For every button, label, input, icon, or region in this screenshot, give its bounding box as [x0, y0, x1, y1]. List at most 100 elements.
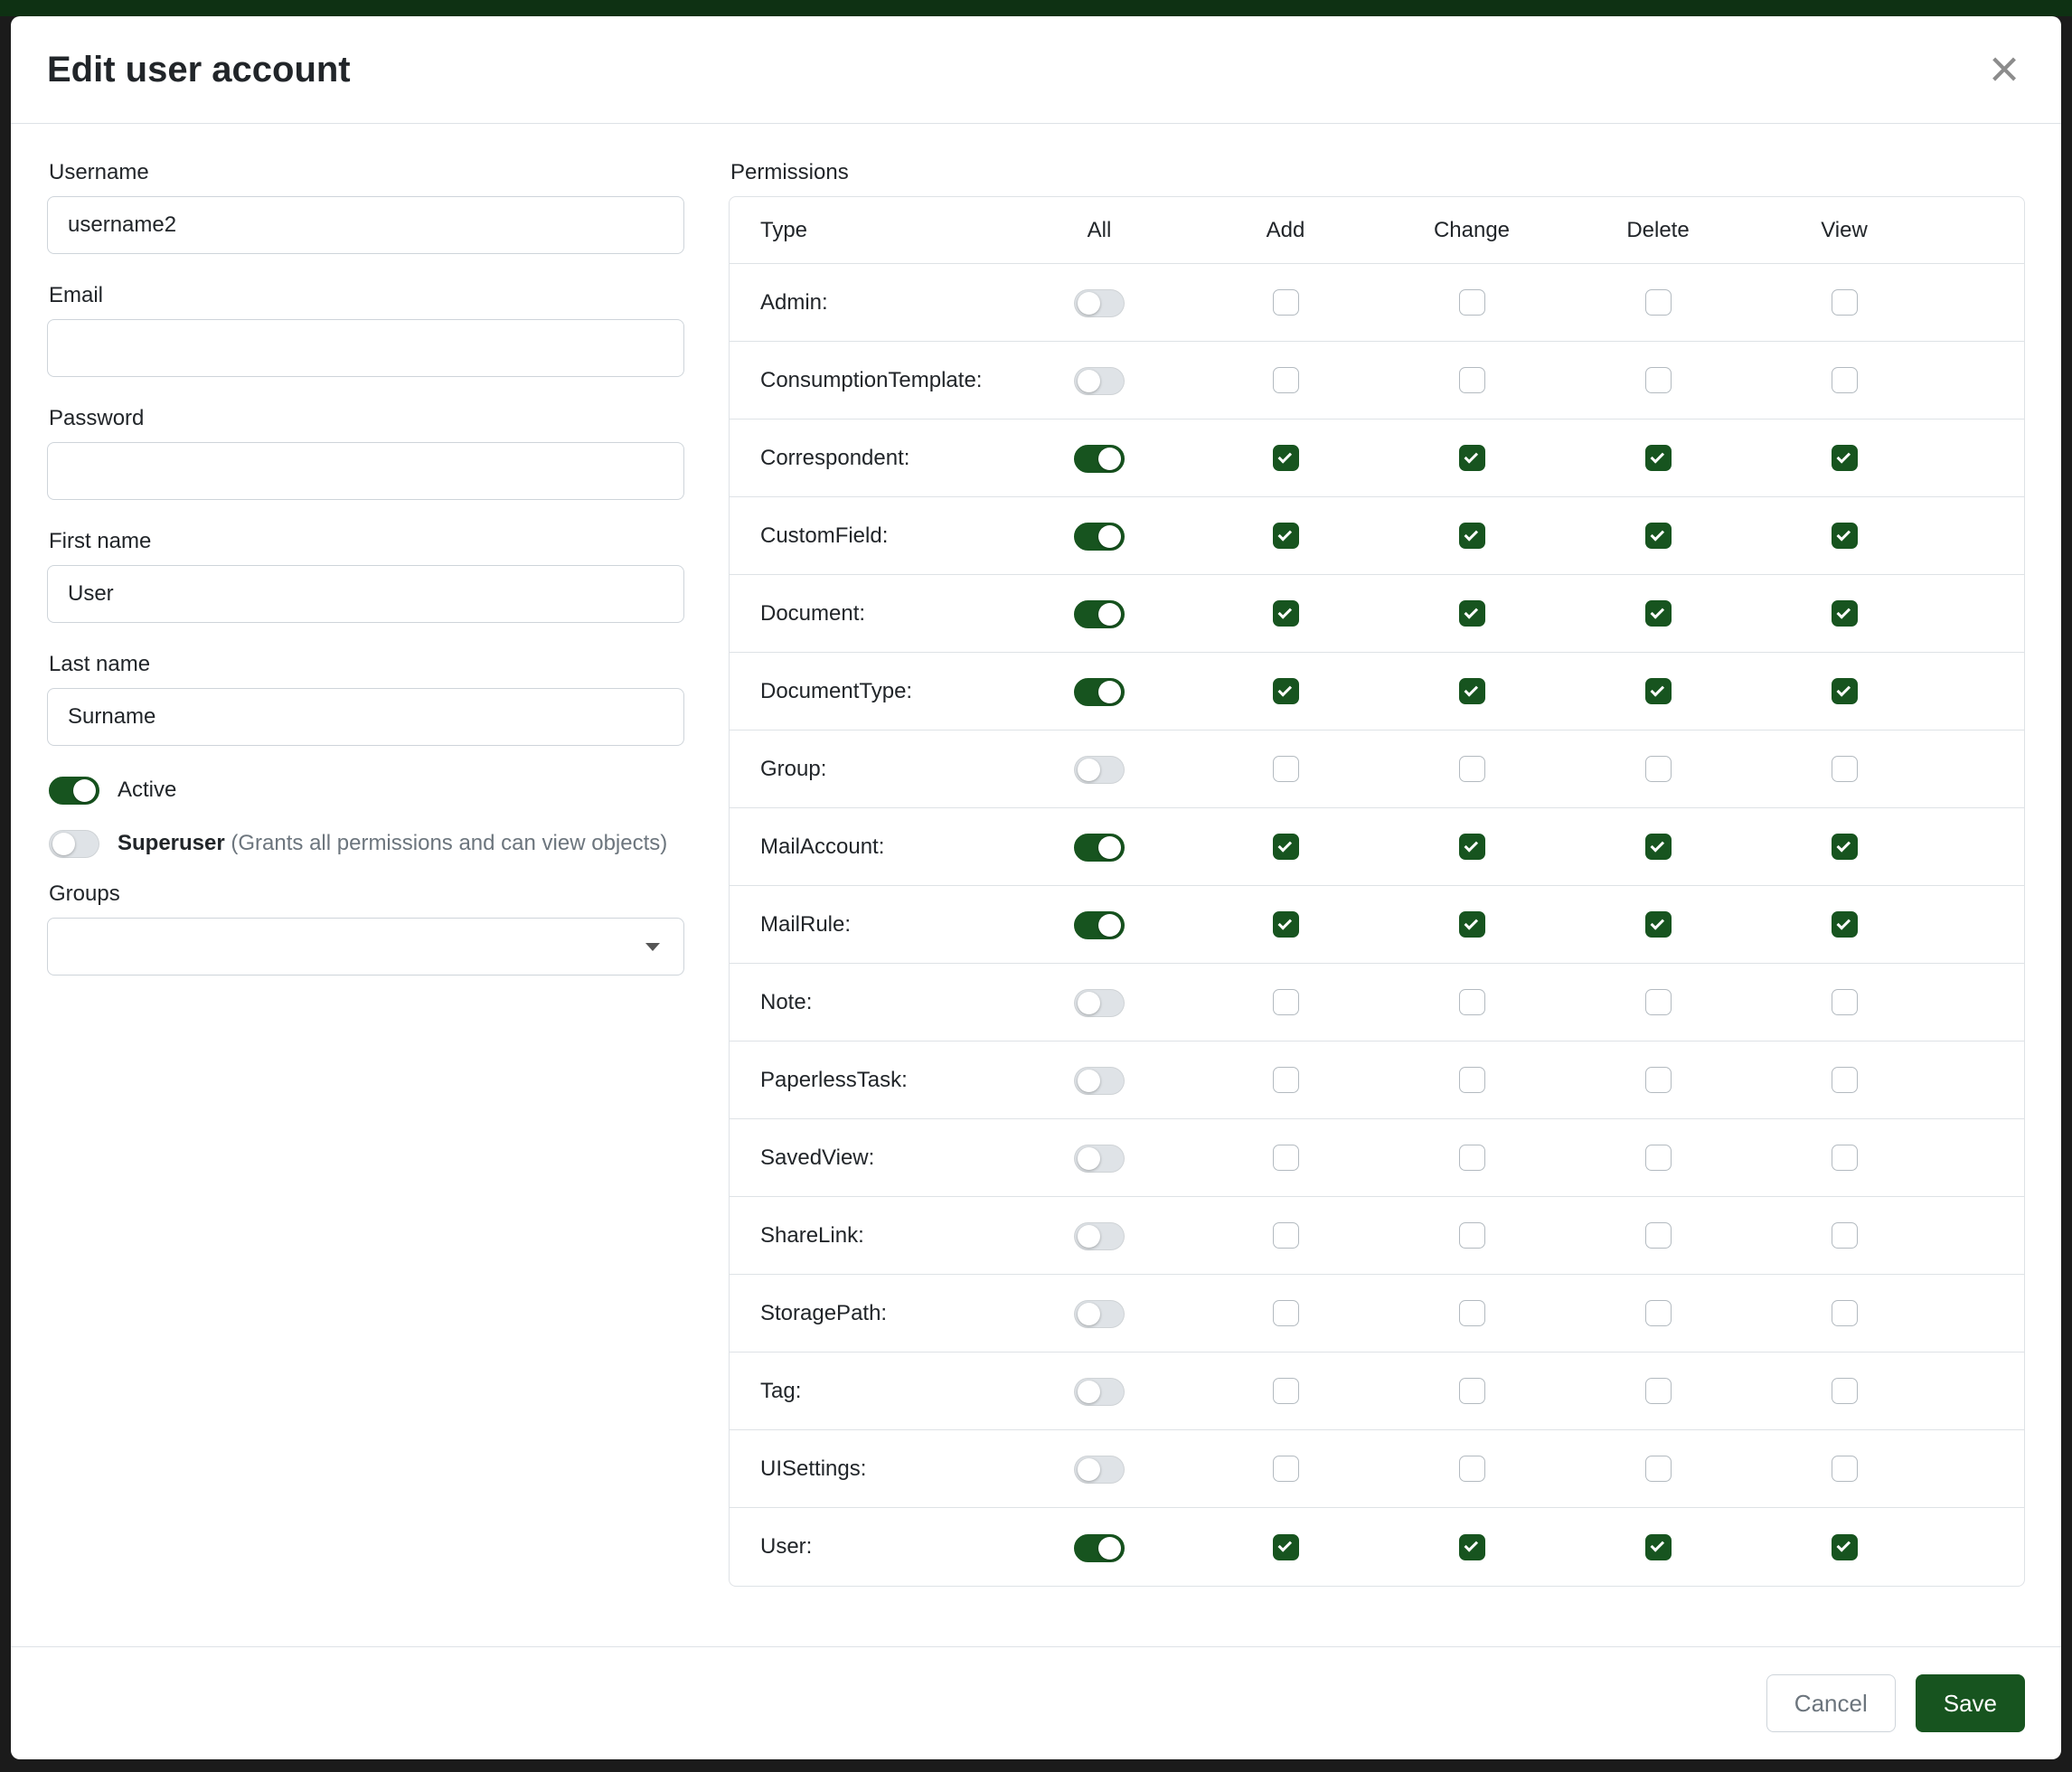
- active-toggle[interactable]: [49, 777, 99, 805]
- permission-change-checkbox[interactable]: [1459, 600, 1485, 627]
- save-button[interactable]: Save: [1916, 1674, 2025, 1732]
- permission-delete-checkbox[interactable]: [1645, 1534, 1672, 1560]
- permission-all-toggle[interactable]: [1074, 367, 1125, 395]
- email-field[interactable]: [47, 319, 684, 377]
- permission-delete-checkbox[interactable]: [1645, 367, 1672, 393]
- permission-view-checkbox[interactable]: [1832, 1145, 1858, 1171]
- permission-add-checkbox[interactable]: [1273, 1456, 1299, 1482]
- permission-all-toggle[interactable]: [1074, 523, 1125, 551]
- permission-add-checkbox[interactable]: [1273, 1222, 1299, 1249]
- permission-view-checkbox[interactable]: [1832, 1222, 1858, 1249]
- permission-change-checkbox[interactable]: [1459, 989, 1485, 1015]
- permission-delete-checkbox[interactable]: [1645, 756, 1672, 782]
- permission-add-checkbox[interactable]: [1273, 523, 1299, 549]
- permission-all-toggle[interactable]: [1074, 1145, 1125, 1173]
- permission-view-checkbox[interactable]: [1832, 756, 1858, 782]
- permission-all-toggle[interactable]: [1074, 289, 1125, 317]
- permission-view-checkbox[interactable]: [1832, 678, 1858, 704]
- permission-all-toggle[interactable]: [1074, 1534, 1125, 1562]
- permission-all-toggle[interactable]: [1074, 445, 1125, 473]
- permission-delete-checkbox[interactable]: [1645, 1145, 1672, 1171]
- permission-change-checkbox[interactable]: [1459, 523, 1485, 549]
- permission-delete-checkbox[interactable]: [1645, 678, 1672, 704]
- permission-add-checkbox[interactable]: [1273, 756, 1299, 782]
- permission-change-checkbox[interactable]: [1459, 1067, 1485, 1093]
- permission-type-label: UISettings:: [730, 1456, 1006, 1482]
- permission-change-checkbox[interactable]: [1459, 289, 1485, 316]
- permission-delete-checkbox[interactable]: [1645, 1300, 1672, 1326]
- permission-all-toggle[interactable]: [1074, 911, 1125, 939]
- permission-all-toggle[interactable]: [1074, 600, 1125, 628]
- permission-add-checkbox[interactable]: [1273, 678, 1299, 704]
- permission-delete-checkbox[interactable]: [1645, 289, 1672, 316]
- permission-add-checkbox[interactable]: [1273, 1378, 1299, 1404]
- permission-all-toggle[interactable]: [1074, 1067, 1125, 1095]
- permission-add-checkbox[interactable]: [1273, 445, 1299, 471]
- permission-delete-checkbox[interactable]: [1645, 834, 1672, 860]
- cancel-button[interactable]: Cancel: [1766, 1674, 1896, 1732]
- permission-add-checkbox[interactable]: [1273, 1067, 1299, 1093]
- permission-view-checkbox[interactable]: [1832, 367, 1858, 393]
- checkmark-icon: [1278, 683, 1293, 697]
- permission-view-checkbox[interactable]: [1832, 523, 1858, 549]
- permission-add-checkbox[interactable]: [1273, 367, 1299, 393]
- permission-add-checkbox[interactable]: [1273, 1534, 1299, 1560]
- permission-delete-checkbox[interactable]: [1645, 600, 1672, 627]
- close-icon[interactable]: ×: [1983, 43, 2025, 96]
- permission-view-checkbox[interactable]: [1832, 989, 1858, 1015]
- permission-add-checkbox[interactable]: [1273, 834, 1299, 860]
- permission-change-checkbox[interactable]: [1459, 1222, 1485, 1249]
- permission-add-checkbox[interactable]: [1273, 1300, 1299, 1326]
- permission-add-checkbox[interactable]: [1273, 600, 1299, 627]
- permission-add-checkbox[interactable]: [1273, 1145, 1299, 1171]
- first-name-field[interactable]: [47, 565, 684, 623]
- permission-add-checkbox[interactable]: [1273, 289, 1299, 316]
- permission-add-checkbox[interactable]: [1273, 911, 1299, 938]
- permission-all-toggle[interactable]: [1074, 1456, 1125, 1484]
- permission-change-checkbox[interactable]: [1459, 678, 1485, 704]
- permission-row: CustomField:: [730, 497, 2024, 575]
- permission-all-toggle[interactable]: [1074, 1300, 1125, 1328]
- permission-view-checkbox[interactable]: [1832, 445, 1858, 471]
- permission-view-checkbox[interactable]: [1832, 1300, 1858, 1326]
- permission-all-toggle[interactable]: [1074, 834, 1125, 862]
- permission-all-toggle[interactable]: [1074, 1222, 1125, 1250]
- permission-change-checkbox[interactable]: [1459, 445, 1485, 471]
- password-field[interactable]: [47, 442, 684, 500]
- permission-change-checkbox[interactable]: [1459, 1456, 1485, 1482]
- permission-view-checkbox[interactable]: [1832, 834, 1858, 860]
- permission-all-toggle[interactable]: [1074, 756, 1125, 784]
- permission-delete-checkbox[interactable]: [1645, 911, 1672, 938]
- permission-all-toggle[interactable]: [1074, 1378, 1125, 1406]
- permission-change-checkbox[interactable]: [1459, 1534, 1485, 1560]
- permission-delete-checkbox[interactable]: [1645, 989, 1672, 1015]
- permission-change-checkbox[interactable]: [1459, 1300, 1485, 1326]
- permission-change-checkbox[interactable]: [1459, 1378, 1485, 1404]
- permission-view-checkbox[interactable]: [1832, 289, 1858, 316]
- last-name-field[interactable]: [47, 688, 684, 746]
- permission-change-checkbox[interactable]: [1459, 756, 1485, 782]
- permission-view-checkbox[interactable]: [1832, 1067, 1858, 1093]
- permission-change-checkbox[interactable]: [1459, 1145, 1485, 1171]
- permission-view-checkbox[interactable]: [1832, 1378, 1858, 1404]
- superuser-toggle[interactable]: [49, 830, 99, 858]
- permission-delete-checkbox[interactable]: [1645, 1378, 1672, 1404]
- username-input[interactable]: [47, 196, 684, 254]
- permission-delete-checkbox[interactable]: [1645, 1067, 1672, 1093]
- permission-change-checkbox[interactable]: [1459, 834, 1485, 860]
- permission-view-checkbox[interactable]: [1832, 600, 1858, 627]
- permission-delete-checkbox[interactable]: [1645, 445, 1672, 471]
- permission-view-checkbox[interactable]: [1832, 1456, 1858, 1482]
- permission-view-checkbox[interactable]: [1832, 1534, 1858, 1560]
- permission-change-checkbox[interactable]: [1459, 911, 1485, 938]
- permission-delete-checkbox[interactable]: [1645, 523, 1672, 549]
- permission-view-checkbox[interactable]: [1832, 911, 1858, 938]
- permission-change-checkbox[interactable]: [1459, 367, 1485, 393]
- permission-delete-checkbox[interactable]: [1645, 1456, 1672, 1482]
- permission-delete-checkbox[interactable]: [1645, 1222, 1672, 1249]
- checkmark-icon: [1278, 449, 1293, 464]
- permission-add-checkbox[interactable]: [1273, 989, 1299, 1015]
- permission-all-toggle[interactable]: [1074, 678, 1125, 706]
- permission-all-toggle[interactable]: [1074, 989, 1125, 1017]
- groups-select[interactable]: [47, 918, 684, 976]
